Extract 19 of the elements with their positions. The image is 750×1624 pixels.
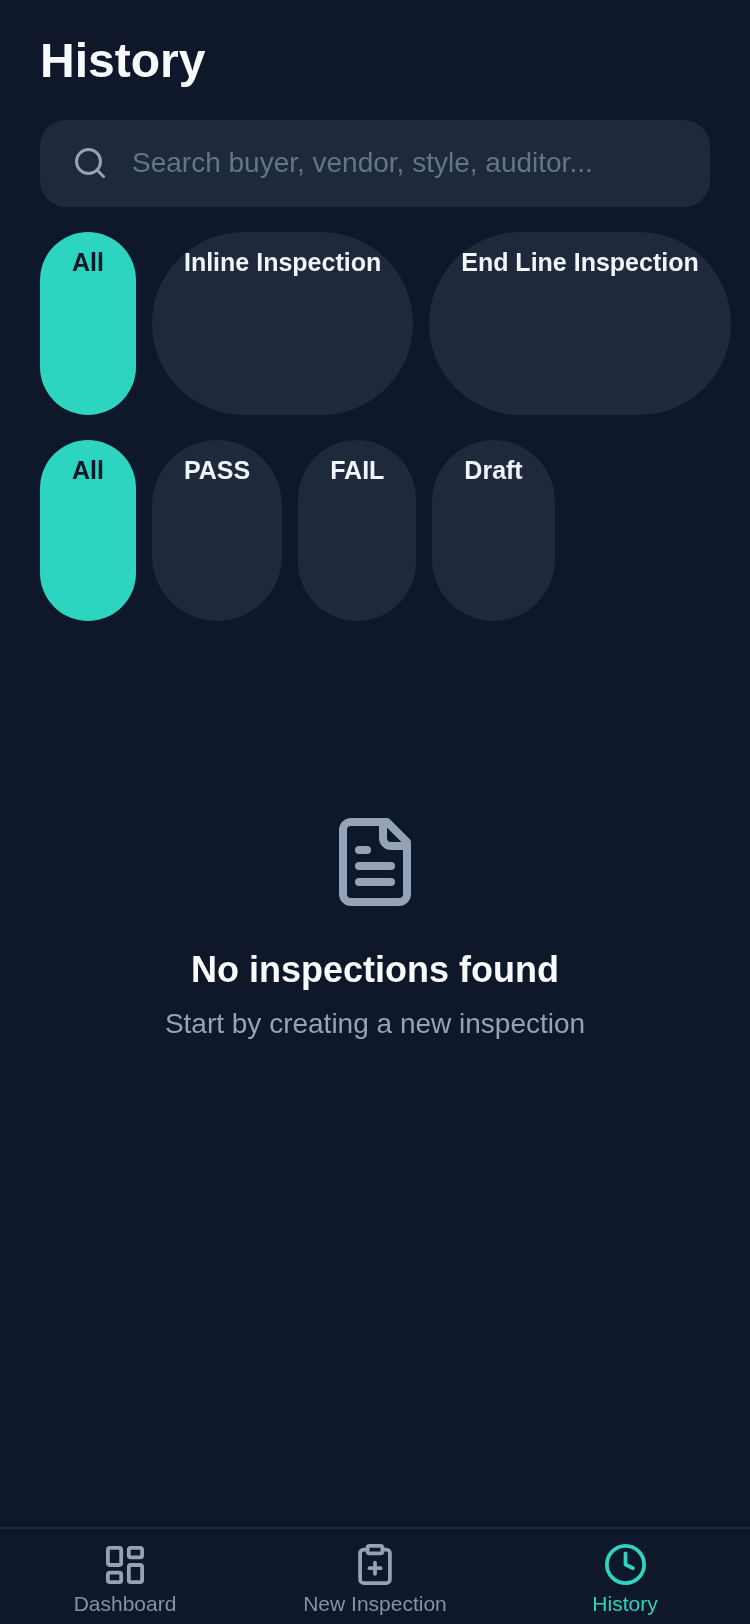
filter-chip[interactable]: All — [40, 439, 136, 621]
nav-tab[interactable]: Dashboard — [0, 1529, 250, 1624]
clipboard-plus-icon — [358, 1544, 392, 1585]
filter-chip[interactable]: PASS — [151, 439, 283, 621]
filter-chip[interactable]: Inline Inspection — [151, 231, 414, 415]
filter-chip[interactable]: All — [40, 231, 136, 415]
empty-state-message: Start by creating a new inspection — [164, 1006, 586, 1041]
document-icon — [339, 817, 411, 906]
filter-chip[interactable]: End Line Inspection — [429, 231, 731, 415]
search-icon — [75, 147, 105, 178]
nav-tab[interactable]: New Inspection — [250, 1529, 500, 1624]
nav-tab[interactable]: History — [500, 1529, 750, 1624]
filter-chip[interactable]: FAIL — [298, 439, 417, 621]
grid-icon — [106, 1545, 144, 1584]
empty-state-title: No inspections found — [191, 947, 559, 991]
clock-icon — [604, 1544, 646, 1585]
filter-chip[interactable]: Draft — [432, 439, 555, 621]
page-title: History — [40, 33, 207, 89]
search-field[interactable]: Search buyer, vendor, style, auditor... — [40, 119, 710, 207]
